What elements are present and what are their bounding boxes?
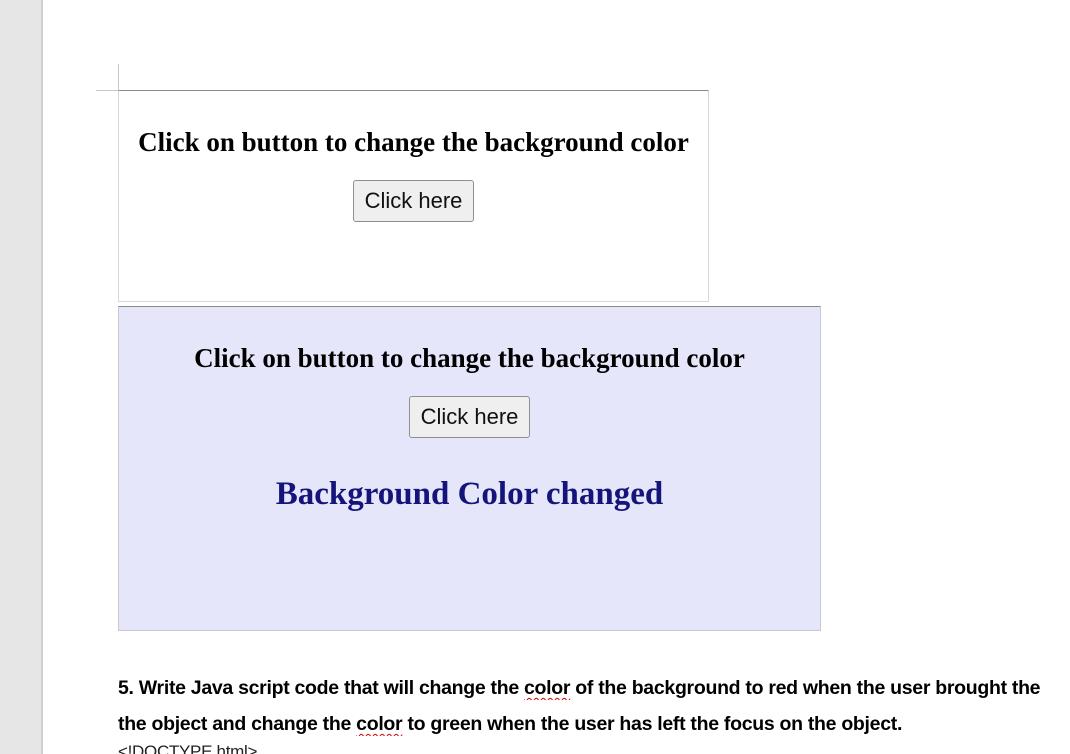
code-line: <!DOCTYPE html> [118, 742, 258, 754]
gutter-edge [41, 0, 43, 754]
screenshot-heading: Click on button to change the background… [138, 127, 689, 157]
margin-mark-horizontal [96, 90, 118, 91]
spellcheck-word[interactable]: color [524, 677, 570, 699]
left-gutter [0, 0, 43, 754]
click-here-button[interactable]: Click here [408, 396, 531, 439]
embedded-screenshot-after: Click on button to change the background… [118, 306, 821, 631]
screenshot-heading: Click on button to change the background… [194, 343, 745, 373]
question-line-2: the object and change the color to green… [118, 713, 1070, 736]
spellcheck-word[interactable]: color [356, 713, 402, 735]
question-text: the object and change the [118, 713, 357, 735]
click-here-button[interactable]: Click here [352, 180, 475, 223]
embedded-screenshot-before: Click on button to change the background… [118, 90, 709, 302]
margin-mark-vertical [118, 64, 119, 91]
result-message: Background Color changed [275, 476, 664, 513]
question-line-1: 5. Write Java script code that will chan… [118, 677, 1070, 700]
question-text: to green when the user has left the focu… [402, 713, 903, 735]
question-text: 5. Write Java script code that will chan… [118, 677, 524, 699]
question-text: of the background to red when the user b… [570, 677, 1041, 699]
